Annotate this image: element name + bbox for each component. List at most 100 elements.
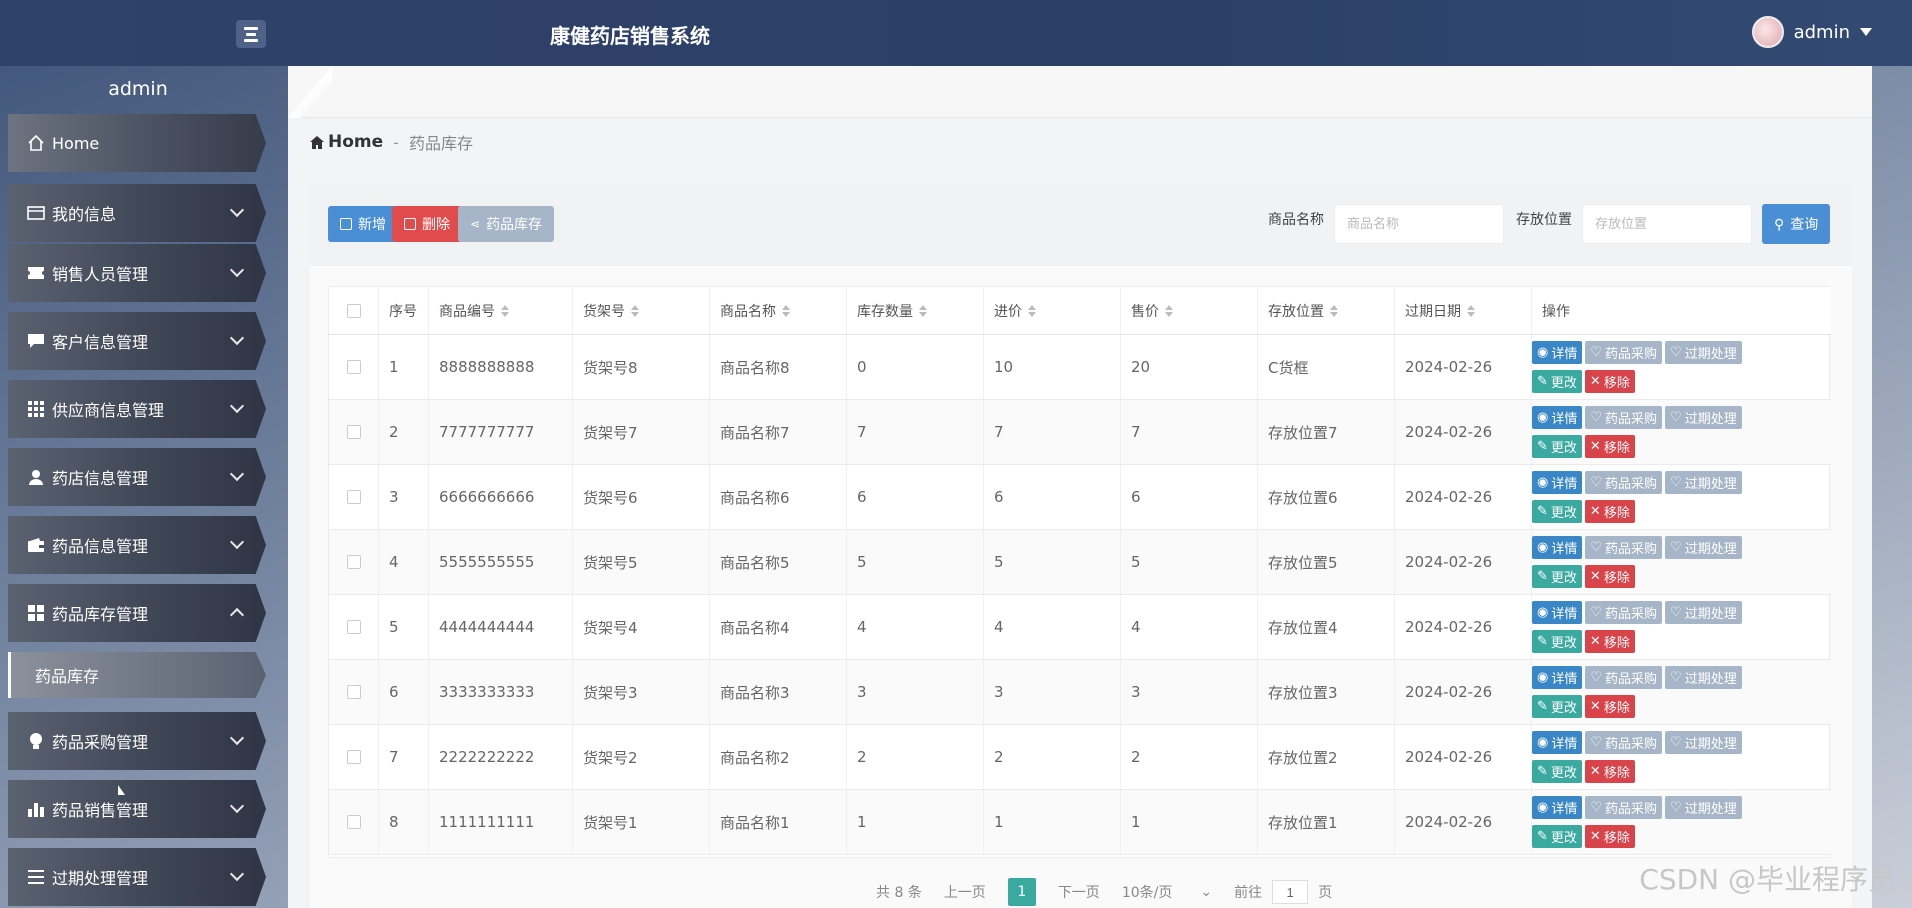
expire-button[interactable]: ♡ 过期处理 <box>1665 731 1742 754</box>
row-checkbox[interactable] <box>346 490 361 504</box>
detail-button[interactable]: ◉ 详情 <box>1532 471 1583 494</box>
expire-button[interactable]: ♡ 过期处理 <box>1665 536 1742 559</box>
remove-button[interactable]: ✕ 移除 <box>1584 370 1635 393</box>
header-location[interactable]: 存放位置 <box>1258 287 1395 334</box>
purchase-button[interactable]: ♡ 药品采购 <box>1585 406 1663 429</box>
pagination-current-page[interactable]: 1 <box>1007 878 1036 906</box>
search-icon: ⚲ <box>1774 215 1785 232</box>
sidebar-item-my-info[interactable]: 我的信息 <box>8 184 266 242</box>
edit-button[interactable]: ✎ 更改 <box>1532 370 1582 393</box>
purchase-button[interactable]: ♡ 药品采购 <box>1585 796 1663 819</box>
expire-button[interactable]: ♡ 过期处理 <box>1665 406 1742 429</box>
purchase-button[interactable]: ♡ 药品采购 <box>1585 471 1663 494</box>
sidebar-item-label: 我的信息 <box>52 205 117 224</box>
sort-icon[interactable] <box>1165 304 1173 317</box>
remove-button[interactable]: ✕ 移除 <box>1584 500 1635 523</box>
remove-button[interactable]: ✕ 移除 <box>1584 825 1635 848</box>
sidebar-item-suppliers[interactable]: 供应商信息管理 <box>8 380 266 438</box>
pagination-next[interactable]: 下一页 <box>1058 882 1100 902</box>
sidebar-item-sales[interactable]: 药品销售管理 <box>8 780 266 838</box>
purchase-button[interactable]: ♡ 药品采购 <box>1585 666 1663 689</box>
delete-button[interactable]: 删除 <box>392 206 462 242</box>
edit-button[interactable]: ✎ 更改 <box>1532 630 1582 653</box>
select-all-checkbox[interactable] <box>346 303 361 318</box>
expire-button[interactable]: ♡ 过期处理 <box>1665 666 1742 689</box>
remove-button[interactable]: ✕ 移除 <box>1584 435 1635 458</box>
row-checkbox[interactable] <box>346 750 361 764</box>
purchase-button[interactable]: ♡ 药品采购 <box>1585 601 1663 624</box>
header-shelf[interactable]: 货架号 <box>573 287 710 334</box>
remove-button[interactable]: ✕ 移除 <box>1584 760 1635 783</box>
sidebar-item-drugs[interactable]: 药品信息管理 <box>8 516 266 574</box>
chevron-down-icon <box>229 330 245 346</box>
purchase-button[interactable]: ♡ 药品采购 <box>1585 731 1663 754</box>
detail-button[interactable]: ◉ 详情 <box>1532 406 1583 429</box>
sort-icon[interactable] <box>631 304 639 317</box>
cell-location: 存放位置4 <box>1258 595 1395 659</box>
edit-button[interactable]: ✎ 更改 <box>1532 695 1582 718</box>
page-size-select[interactable]: 10条/页 ⌄ <box>1122 882 1212 902</box>
menu-toggle-button[interactable] <box>236 20 266 48</box>
expire-button[interactable]: ♡ 过期处理 <box>1665 601 1742 624</box>
purchase-button[interactable]: ♡ 药品采购 <box>1585 536 1663 559</box>
sort-icon[interactable] <box>919 304 927 317</box>
sort-icon[interactable] <box>1330 304 1338 317</box>
expire-button[interactable]: ♡ 过期处理 <box>1665 341 1742 364</box>
edit-button[interactable]: ✎ 更改 <box>1532 500 1582 523</box>
goto-page-input[interactable] <box>1272 880 1309 904</box>
sidebar-item-stores[interactable]: 药店信息管理 <box>8 448 266 506</box>
edit-button[interactable]: ✎ 更改 <box>1532 825 1582 848</box>
edit-button[interactable]: ✎ 更改 <box>1532 565 1582 588</box>
row-checkbox[interactable] <box>346 815 361 829</box>
user-menu[interactable]: admin <box>1751 16 1872 48</box>
cell-shelf: 货架号7 <box>573 400 710 464</box>
sidebar-item-customers[interactable]: 客户信息管理 <box>8 312 266 370</box>
minus-square-icon <box>404 218 416 230</box>
expire-button[interactable]: ♡ 过期处理 <box>1665 796 1742 819</box>
header-quantity[interactable]: 库存数量 <box>847 287 984 334</box>
detail-button[interactable]: ◉ 详情 <box>1532 731 1583 754</box>
remove-button[interactable]: ✕ 移除 <box>1584 565 1635 588</box>
detail-button[interactable]: ◉ 详情 <box>1532 341 1583 364</box>
search-button[interactable]: ⚲ 查询 <box>1762 204 1831 244</box>
sidebar-subitem-stock[interactable]: 药品库存 <box>8 652 266 698</box>
detail-button[interactable]: ◉ 详情 <box>1532 601 1583 624</box>
header-price[interactable]: 售价 <box>1121 287 1258 334</box>
sort-icon[interactable] <box>782 304 790 317</box>
header-code[interactable]: 商品编号 <box>429 287 573 334</box>
row-checkbox[interactable] <box>346 685 361 699</box>
edit-button[interactable]: ✎ 更改 <box>1532 760 1582 783</box>
edit-button[interactable]: ✎ 更改 <box>1532 435 1582 458</box>
row-checkbox[interactable] <box>346 360 361 374</box>
sort-icon[interactable] <box>1467 304 1475 317</box>
header-expiry[interactable]: 过期日期 <box>1395 287 1532 334</box>
sidebar-item-inventory[interactable]: 药品库存管理 <box>8 584 266 642</box>
pagination-prev[interactable]: 上一页 <box>944 882 986 902</box>
location-search-input[interactable] <box>1582 204 1752 244</box>
breadcrumb-home[interactable]: Home <box>310 132 383 152</box>
header-name[interactable]: 商品名称 <box>710 287 847 334</box>
add-button[interactable]: 新增 <box>328 206 398 242</box>
sort-icon[interactable] <box>1028 304 1036 317</box>
stock-button[interactable]: ⋖ 药品库存 <box>458 206 555 242</box>
header-cost[interactable]: 进价 <box>984 287 1121 334</box>
purchase-button[interactable]: ♡ 药品采购 <box>1585 341 1663 364</box>
expire-button[interactable]: ♡ 过期处理 <box>1665 471 1742 494</box>
row-checkbox[interactable] <box>346 620 361 634</box>
row-checkbox[interactable] <box>346 555 361 569</box>
sidebar-item-sales-staff[interactable]: 销售人员管理 <box>8 244 266 302</box>
sort-icon[interactable] <box>501 304 509 317</box>
detail-button[interactable]: ◉ 详情 <box>1532 666 1583 689</box>
cell-price: 4 <box>1121 595 1258 659</box>
chevron-down-icon <box>229 534 245 550</box>
sidebar-item-home[interactable]: Home <box>8 114 266 172</box>
remove-button[interactable]: ✕ 移除 <box>1584 630 1635 653</box>
sidebar-item-purchase[interactable]: 药品采购管理 <box>8 712 266 770</box>
detail-button[interactable]: ◉ 详情 <box>1532 796 1583 819</box>
detail-button[interactable]: ◉ 详情 <box>1532 536 1583 559</box>
remove-button[interactable]: ✕ 移除 <box>1584 695 1635 718</box>
home-icon <box>26 133 46 153</box>
row-checkbox[interactable] <box>346 425 361 439</box>
name-search-input[interactable] <box>1334 204 1504 244</box>
sidebar-item-expiry[interactable]: 过期处理管理 <box>8 848 266 906</box>
